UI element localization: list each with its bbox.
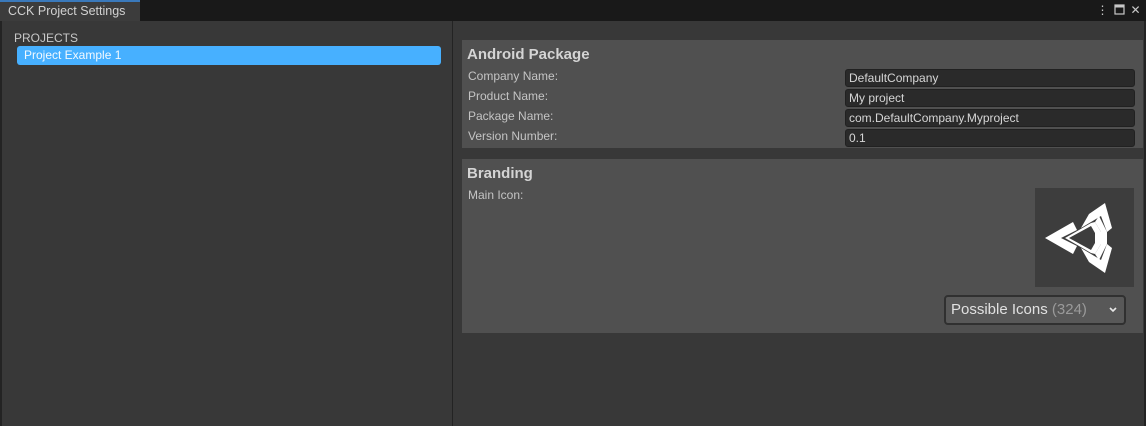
company-name-label: Company Name:: [468, 69, 559, 83]
possible-icons-dropdown[interactable]: Possible Icons (324): [944, 295, 1126, 325]
settings-panel: Android Package Company Name: DefaultCom…: [453, 21, 1146, 426]
main-icon-preview[interactable]: [1035, 188, 1134, 287]
version-number-field[interactable]: 0.1: [845, 129, 1135, 147]
package-name-label: Package Name:: [468, 109, 554, 123]
close-icon[interactable]: ✕: [1129, 2, 1142, 18]
chevron-down-icon: [1108, 297, 1118, 333]
possible-icons-count: (324): [1051, 301, 1087, 318]
branding-section: Branding Main Icon: Possible Icons (324): [462, 159, 1143, 333]
window-tab-title: CCK Project Settings: [8, 4, 126, 18]
possible-icons-label: Possible Icons: [951, 301, 1048, 318]
company-name-field[interactable]: DefaultCompany: [845, 69, 1135, 87]
window-titlebar: CCK Project Settings ⋮ ✕: [0, 0, 1146, 21]
product-name-label: Product Name:: [468, 89, 549, 103]
version-number-label: Version Number:: [468, 129, 558, 143]
window-tab[interactable]: CCK Project Settings: [0, 0, 140, 21]
main-icon-label: Main Icon:: [468, 188, 524, 202]
android-package-title: Android Package: [467, 46, 590, 63]
projects-header: PROJECTS: [14, 31, 79, 45]
unity-logo-icon: [1045, 203, 1112, 273]
branding-title: Branding: [467, 165, 533, 182]
android-package-section: Android Package Company Name: DefaultCom…: [462, 40, 1143, 148]
projects-panel: PROJECTS Project Example 1: [0, 21, 452, 426]
project-item-label: Project Example 1: [24, 48, 122, 62]
package-name-field[interactable]: com.DefaultCompany.Myproject: [845, 109, 1135, 127]
maximize-icon[interactable]: [1113, 2, 1126, 18]
product-name-field[interactable]: My project: [845, 89, 1135, 107]
more-options-icon[interactable]: ⋮: [1096, 2, 1109, 18]
project-list-item[interactable]: Project Example 1: [17, 46, 441, 65]
